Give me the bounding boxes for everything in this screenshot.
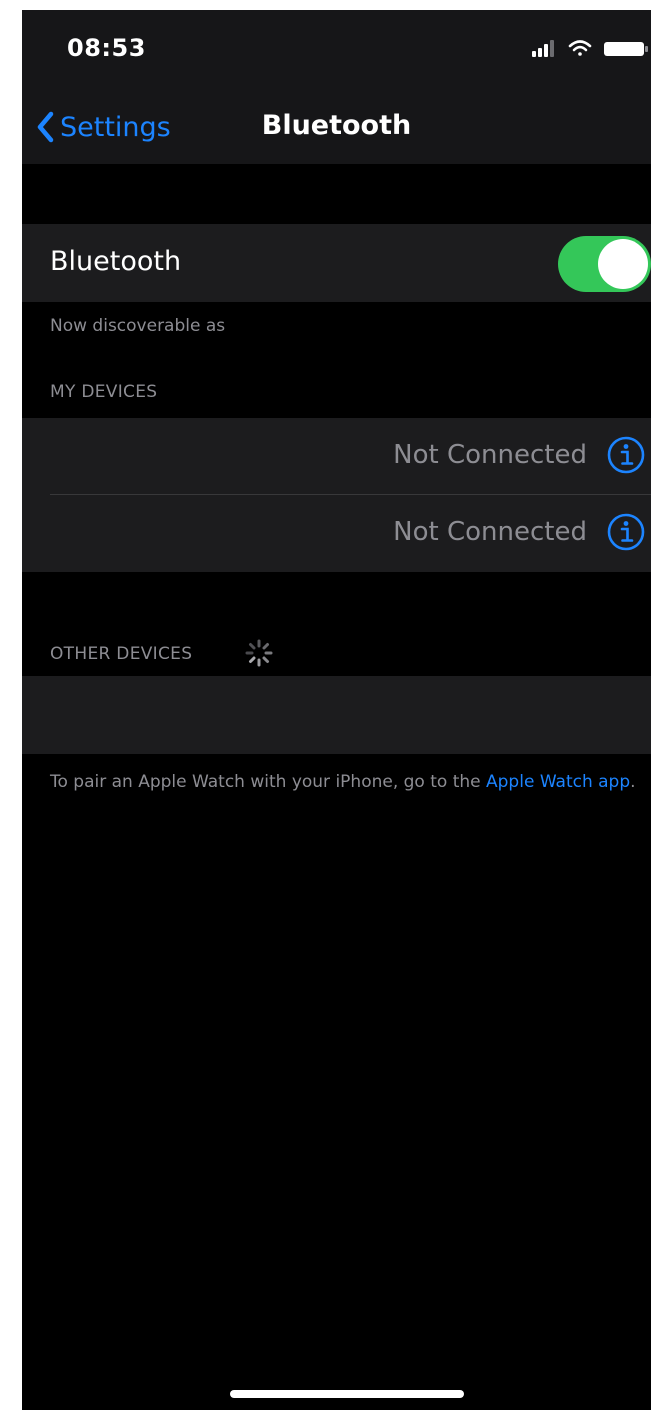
device-status: Not Connected — [393, 440, 587, 470]
toggle-knob — [598, 239, 648, 289]
my-devices-header: MY DEVICES — [50, 382, 158, 402]
navigation-bar: Settings Bluetooth — [22, 90, 651, 164]
battery-icon — [604, 42, 648, 56]
home-indicator[interactable] — [230, 1390, 464, 1398]
other-devices-list — [22, 676, 651, 754]
my-devices-list: Not Connected Not Connected — [22, 418, 651, 572]
device-row[interactable]: Not Connected — [22, 495, 651, 571]
status-bar: 08:53 — [22, 10, 651, 90]
info-icon[interactable] — [605, 434, 647, 476]
bluetooth-toggle-label: Bluetooth — [50, 246, 182, 277]
info-icon[interactable] — [605, 511, 647, 553]
discoverable-text: Now discoverable as — [50, 316, 226, 336]
page-title: Bluetooth — [261, 110, 412, 141]
pair-text-suffix: . — [630, 772, 636, 792]
other-devices-header: OTHER DEVICES — [50, 644, 193, 664]
phone-screen: 08:53 Settings Bluetooth Bluetooth Now d… — [22, 10, 651, 1410]
cellular-signal-icon — [532, 40, 554, 57]
apple-watch-app-link[interactable]: Apple Watch app — [486, 772, 630, 792]
status-time: 08:53 — [67, 34, 146, 62]
device-status: Not Connected — [393, 517, 587, 547]
loading-spinner-icon — [245, 639, 273, 667]
bluetooth-toggle-row: Bluetooth — [22, 224, 651, 302]
apple-watch-pair-text: To pair an Apple Watch with your iPhone,… — [50, 770, 650, 794]
bluetooth-toggle-switch[interactable] — [558, 236, 651, 292]
wifi-icon — [568, 40, 592, 56]
status-icons — [532, 40, 648, 57]
device-row[interactable]: Not Connected — [22, 418, 651, 495]
pair-text-body: To pair an Apple Watch with your iPhone,… — [50, 772, 487, 792]
